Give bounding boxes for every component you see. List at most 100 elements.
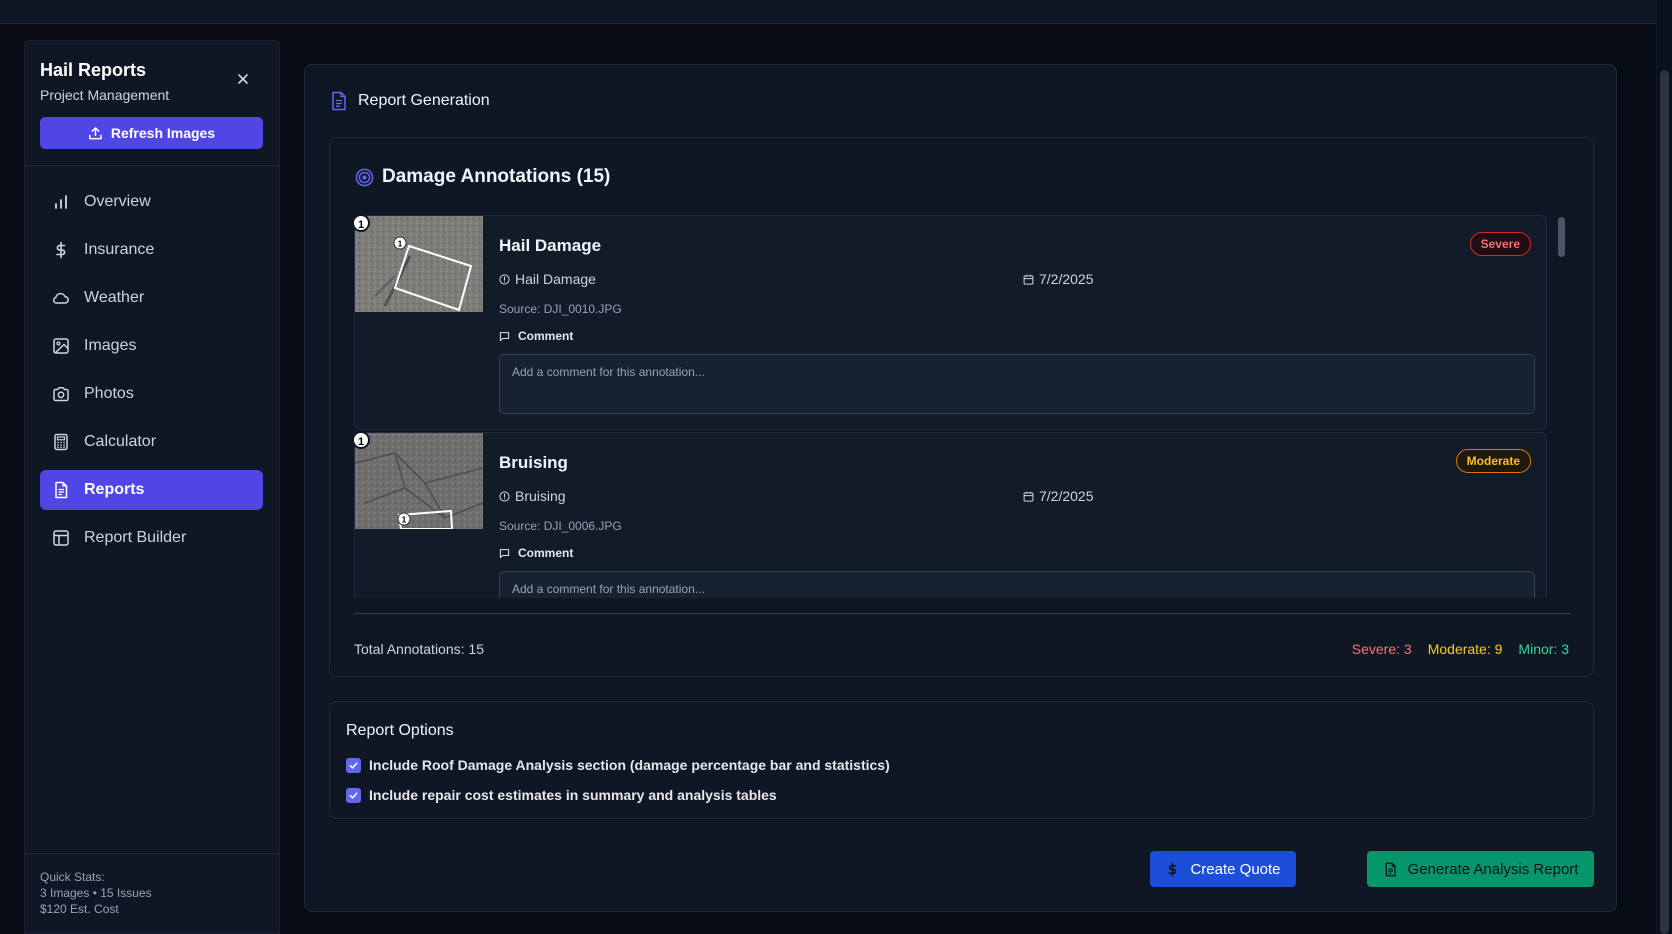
option-repair-cost-estimates[interactable]: Include repair cost estimates in summary… <box>346 787 777 803</box>
refresh-images-button[interactable]: Refresh Images <box>40 117 263 149</box>
message-square-icon <box>499 548 510 558</box>
report-generation-title: Report Generation <box>358 92 490 109</box>
calculator-icon <box>54 433 68 451</box>
dollar-icon <box>56 241 66 259</box>
sidebar-item-label: Images <box>84 337 137 354</box>
annotation-type-label: Bruising <box>515 488 566 504</box>
sidebar-item-label: Report Builder <box>84 529 187 546</box>
file-text-icon <box>332 91 346 111</box>
annotation-date-label: 7/2/2025 <box>1039 271 1094 287</box>
total-annotations: Total Annotations: 15 <box>354 641 484 657</box>
report-options-card: Report Options Include Roof Damage Analy… <box>329 701 1594 819</box>
quick-stats-line2: $120 Est. Cost <box>40 902 119 916</box>
comment-input[interactable]: Add a comment for this annotation... <box>499 354 1535 414</box>
sidebar-item-weather[interactable]: Weather <box>40 278 263 318</box>
sidebar-item-label: Reports <box>84 481 145 498</box>
sidebar-item-label: Calculator <box>84 433 157 450</box>
sidebar-item-images[interactable]: Images <box>40 326 263 366</box>
annotation-type-label: Hail Damage <box>515 271 596 287</box>
comment-label: Comment <box>499 329 573 343</box>
target-icon <box>355 168 374 186</box>
dollar-icon <box>1168 862 1177 876</box>
annotation-source: Source: DJI_0010.JPG <box>499 302 622 316</box>
bar-chart-icon <box>55 195 67 209</box>
annotation-date: 7/2/2025 <box>1023 271 1094 287</box>
top-bar <box>0 0 1656 24</box>
alert-circle-icon <box>499 490 510 502</box>
sidebar-item-reports[interactable]: Reports <box>40 470 263 510</box>
image-icon <box>53 338 69 354</box>
sidebar: Hail Reports Project Management Refresh … <box>24 40 280 934</box>
svg-text:1: 1 <box>398 240 403 249</box>
annotation-type: Hail Damage <box>499 271 596 287</box>
option-label: Include Roof Damage Analysis section (da… <box>369 757 890 773</box>
quick-stats-label: Quick Stats: <box>40 870 105 884</box>
cloud-icon <box>52 292 69 304</box>
annotation-date-label: 7/2/2025 <box>1039 488 1094 504</box>
comment-label: Comment <box>499 546 573 560</box>
upload-icon <box>88 126 102 139</box>
severity-badge: Severe <box>1469 232 1531 256</box>
annotation-list-scrollbar-thumb[interactable] <box>1558 217 1565 257</box>
close-icon[interactable] <box>235 71 251 87</box>
report-generation-header: Report Generation <box>330 91 490 111</box>
quick-stats: Quick Stats: 3 Images • 15 Issues $120 E… <box>25 853 279 933</box>
sidebar-subtitle: Project Management <box>40 87 170 103</box>
annotation-type: Bruising <box>499 488 566 504</box>
annotation-list[interactable]: 1 1 Hail Damage Severe Hail Damage 7/2/2… <box>354 215 1567 598</box>
severe-count: Severe: 3 <box>1351 641 1412 657</box>
annotation-thumbnail[interactable]: 1 <box>355 216 483 312</box>
camera-icon <box>53 387 69 402</box>
create-quote-label: Create Quote <box>1190 860 1281 878</box>
file-text-icon <box>55 481 68 499</box>
annotations-divider <box>354 613 1571 614</box>
message-square-icon <box>499 331 510 341</box>
sidebar-title: Hail Reports <box>40 60 147 80</box>
alert-circle-icon <box>499 273 510 285</box>
report-generation-panel: Report Generation Damage Annotations (15… <box>304 64 1617 912</box>
annotation-name: Bruising <box>499 453 568 472</box>
create-quote-button[interactable]: Create Quote <box>1150 851 1296 887</box>
damage-annotations-card: Damage Annotations (15) 1 1 Hail Damage … <box>329 137 1594 677</box>
checkbox-checked[interactable] <box>346 757 361 773</box>
quick-stats-line1: 3 Images • 15 Issues <box>40 886 152 900</box>
annotation-date: 7/2/2025 <box>1023 488 1094 504</box>
page-scrollbar[interactable] <box>1656 0 1672 934</box>
annotation-list-scrollbar[interactable] <box>1555 215 1567 598</box>
comment-label-text: Comment <box>518 546 574 560</box>
damage-annotations-header: Damage Annotations (15) <box>355 166 610 188</box>
sidebar-nav: Overview Insurance Weather Images Photos… <box>40 182 263 566</box>
sidebar-item-calculator[interactable]: Calculator <box>40 422 263 462</box>
annotation-item: 1 1 Bruising Moderate Bruising 7/2/2025 … <box>354 431 1547 598</box>
comment-input[interactable]: Add a comment for this annotation... <box>499 571 1535 598</box>
annotation-name: Hail Damage <box>499 236 602 255</box>
sidebar-item-insurance[interactable]: Insurance <box>40 230 263 270</box>
annotation-thumbnail[interactable]: 1 <box>355 433 483 529</box>
check-icon <box>349 791 358 799</box>
report-options-title: Report Options <box>346 722 454 739</box>
sidebar-header: Hail Reports Project Management Refresh … <box>25 41 279 166</box>
svg-text:1: 1 <box>402 516 407 525</box>
generate-analysis-report-label: Generate Analysis Report <box>1407 860 1579 878</box>
calendar-icon <box>1023 274 1034 285</box>
damage-annotations-title: Damage Annotations (15) <box>382 166 611 187</box>
sidebar-item-overview[interactable]: Overview <box>40 182 263 222</box>
sidebar-item-photos[interactable]: Photos <box>40 374 263 414</box>
generate-analysis-report-button[interactable]: Generate Analysis Report <box>1367 851 1594 887</box>
option-roof-damage-analysis[interactable]: Include Roof Damage Analysis section (da… <box>346 757 890 773</box>
sidebar-item-label: Photos <box>84 385 134 402</box>
sidebar-item-report-builder[interactable]: Report Builder <box>40 518 263 558</box>
file-text-icon <box>1385 862 1396 876</box>
option-label: Include repair cost estimates in summary… <box>369 787 777 803</box>
layout-icon <box>53 530 69 546</box>
severity-counts: Severe: 3 Moderate: 9 Minor: 3 <box>1352 641 1569 657</box>
checkbox-checked[interactable] <box>346 787 361 803</box>
sidebar-item-label: Weather <box>84 289 145 306</box>
minor-count: Minor: 3 <box>1518 641 1569 657</box>
moderate-count: Moderate: 9 <box>1427 641 1503 657</box>
severity-badge: Moderate <box>1455 449 1531 473</box>
sidebar-item-label: Insurance <box>84 241 155 258</box>
page-scrollbar-thumb[interactable] <box>1660 70 1669 934</box>
comment-label-text: Comment <box>518 329 574 343</box>
annotation-source: Source: DJI_0006.JPG <box>499 519 622 533</box>
